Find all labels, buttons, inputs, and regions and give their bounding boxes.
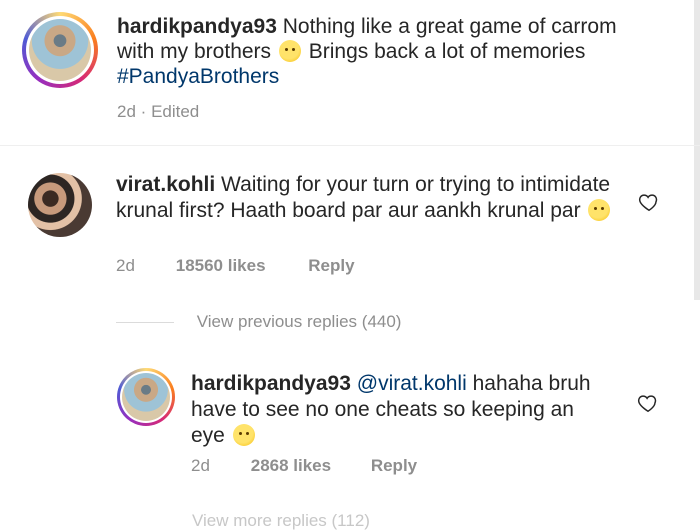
caption-text: hardikpandya93 Nothing like a great game… (117, 14, 657, 89)
reply-likes[interactable]: 2868 likes (251, 456, 331, 475)
reply-text: hardikpandya93 @virat.kohli hahaha bruh … (191, 371, 601, 449)
comment-item: virat.kohli Waiting for your turn or try… (28, 173, 668, 283)
reply-username[interactable]: hardikpandya93 (191, 372, 351, 395)
comment-avatar[interactable] (28, 173, 92, 237)
reply-time: 2d (191, 456, 210, 475)
caption-hashtag[interactable]: #PandyaBrothers (117, 65, 279, 88)
divider (0, 145, 700, 146)
view-previous-replies-label[interactable]: View previous replies (440) (197, 312, 402, 331)
replies-line (116, 322, 174, 324)
winking-face-emoji-icon (232, 424, 255, 446)
caption-body-part2: Brings back a lot of memories (308, 40, 586, 63)
view-previous-replies[interactable]: View previous replies (440) (116, 312, 401, 332)
heart-icon[interactable] (638, 191, 660, 213)
comment-text: virat.kohli Waiting for your turn or try… (116, 172, 616, 224)
reply-item: hardikpandya93 @virat.kohli hahaha bruh … (117, 368, 677, 488)
caption-avatar[interactable] (22, 12, 98, 88)
comment-likes[interactable]: 18560 likes (176, 256, 266, 276)
hugging-face-emoji-icon (278, 40, 301, 62)
caption-meta: 2d · Edited (117, 102, 199, 122)
caption-time: 2d (117, 102, 136, 121)
view-more-replies[interactable]: View more replies (112) (192, 511, 370, 531)
reply-mention[interactable]: @virat.kohli (357, 372, 467, 395)
scrollbar[interactable] (694, 0, 700, 300)
comment-meta: 2d 18560 likes Reply (116, 256, 355, 276)
profile-photo (122, 373, 170, 421)
reply-avatar[interactable] (117, 368, 175, 426)
reply-reply-button[interactable]: Reply (371, 456, 417, 475)
tears-of-joy-emoji-icon (588, 199, 611, 221)
reply-meta: 2d 2868 likes Reply (191, 456, 417, 476)
comment-time: 2d (116, 256, 135, 275)
profile-photo (29, 19, 91, 81)
meta-separator: · (140, 102, 147, 121)
comment-reply-button[interactable]: Reply (308, 256, 354, 276)
caption-edited: Edited (151, 102, 200, 121)
heart-icon[interactable] (637, 392, 659, 414)
caption-username[interactable]: hardikpandya93 (117, 15, 277, 38)
comment-username[interactable]: virat.kohli (116, 173, 215, 196)
